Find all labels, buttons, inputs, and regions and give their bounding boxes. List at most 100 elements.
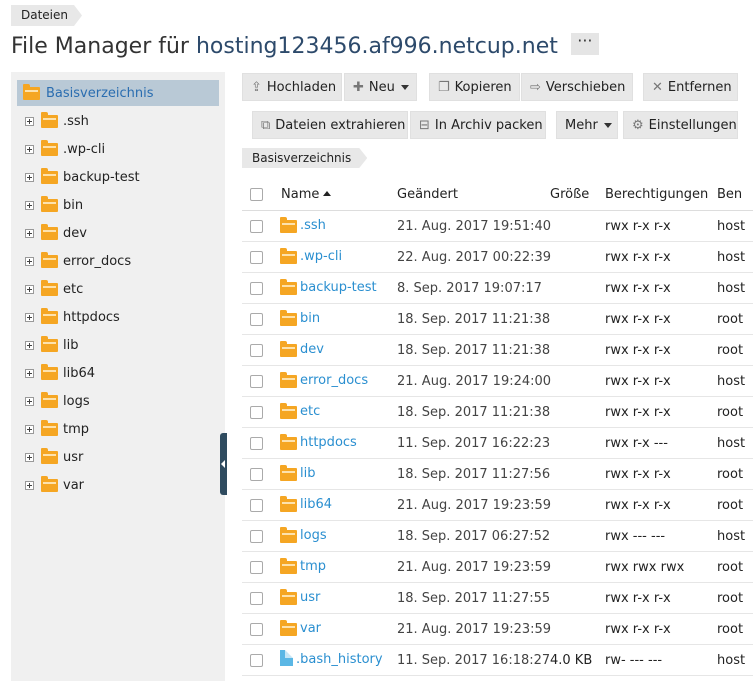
table-row[interactable]: etc 18. Sep. 2017 11:21:38 rwx r-x r-x root: [242, 397, 753, 428]
extract-files-button[interactable]: ⧉ Dateien extrahieren: [252, 111, 408, 139]
table-row[interactable]: dev 18. Sep. 2017 11:21:38 rwx r-x r-x root: [242, 335, 753, 366]
item-name-link[interactable]: lib: [300, 466, 315, 481]
table-row[interactable]: lib64 21. Aug. 2017 19:23:59 rwx r-x r-x ro…: [242, 490, 753, 521]
expand-icon[interactable]: [25, 424, 34, 434]
row-checkbox[interactable]: [250, 468, 263, 481]
table-row[interactable]: .ssh 21. Aug. 2017 19:51:40 rwx r-x r-x hos…: [242, 211, 753, 242]
row-checkbox[interactable]: [250, 592, 263, 605]
item-name-link[interactable]: error_docs: [300, 373, 368, 388]
column-name-header[interactable]: Name: [281, 187, 332, 202]
upload-button[interactable]: ⇪ Hochladen: [242, 73, 342, 101]
folder-icon: [41, 391, 58, 408]
tree-item[interactable]: logs: [25, 391, 90, 411]
row-checkbox[interactable]: [250, 220, 263, 233]
item-name-link[interactable]: .ssh: [300, 218, 326, 233]
item-name-link[interactable]: .bash_history: [296, 652, 383, 667]
table-row[interactable]: .bash_history 11. Sep. 2017 16:18:27 4.0 K…: [242, 645, 753, 676]
item-name-link[interactable]: usr: [300, 590, 320, 605]
row-checkbox[interactable]: [250, 654, 263, 667]
column-changed-header[interactable]: Geändert: [397, 187, 458, 202]
item-name-link[interactable]: lib64: [300, 497, 332, 512]
row-checkbox[interactable]: [250, 406, 263, 419]
expand-icon[interactable]: [25, 368, 34, 378]
tree-item[interactable]: httpdocs: [25, 307, 120, 327]
item-name-link[interactable]: etc: [300, 404, 320, 419]
tree-item[interactable]: lib: [25, 335, 78, 355]
table-row[interactable]: lib 18. Sep. 2017 11:27:56 rwx r-x r-x root: [242, 459, 753, 490]
tree-item[interactable]: backup-test: [25, 167, 140, 187]
title-more-button[interactable]: ···: [570, 33, 599, 55]
pack-archive-button[interactable]: ⊟ In Archiv packen: [410, 111, 546, 139]
column-size-header[interactable]: Größe: [550, 187, 589, 202]
tree-item[interactable]: .wp-cli: [25, 139, 105, 159]
expand-icon[interactable]: [25, 480, 34, 490]
expand-icon[interactable]: [25, 116, 34, 126]
user-cell: host: [717, 219, 746, 234]
path-breadcrumb[interactable]: Basisverzeichnis: [242, 148, 367, 168]
chevron-down-icon: [400, 84, 409, 90]
table-row[interactable]: httpdocs 11. Sep. 2017 16:22:23 rwx r-x --…: [242, 428, 753, 459]
expand-icon[interactable]: [25, 284, 34, 294]
tree-root-item[interactable]: Basisverzeichnis: [17, 80, 219, 106]
table-row[interactable]: tmp 21. Aug. 2017 19:23:59 rwx rwx rwx root: [242, 552, 753, 583]
tree-item[interactable]: var: [25, 475, 84, 495]
row-checkbox[interactable]: [250, 623, 263, 636]
column-user-header[interactable]: Ben: [717, 187, 742, 202]
expand-icon[interactable]: [25, 452, 34, 462]
tree-item[interactable]: dev: [25, 223, 87, 243]
user-cell: root: [717, 467, 744, 482]
item-name-link[interactable]: tmp: [300, 559, 326, 574]
copy-button[interactable]: ❐ Kopieren: [429, 73, 520, 101]
tree-item[interactable]: lib64: [25, 363, 95, 383]
tree-item[interactable]: error_docs: [25, 251, 131, 271]
file-icon: [280, 650, 293, 666]
new-dropdown-button[interactable]: ✚ Neu: [344, 73, 417, 101]
expand-icon[interactable]: [25, 200, 34, 210]
column-permissions-header[interactable]: Berechtigungen: [605, 187, 708, 202]
row-checkbox[interactable]: [250, 561, 263, 574]
item-name-link[interactable]: backup-test: [300, 280, 377, 295]
row-checkbox[interactable]: [250, 282, 263, 295]
table-row[interactable]: .wp-cli 22. Aug. 2017 00:22:39 rwx r-x r-x…: [242, 242, 753, 273]
sidebar-collapse-handle[interactable]: [220, 433, 227, 495]
row-checkbox[interactable]: [250, 530, 263, 543]
folder-icon: [280, 464, 297, 481]
row-checkbox[interactable]: [250, 499, 263, 512]
more-dropdown-button[interactable]: Mehr: [556, 111, 618, 139]
breadcrumb[interactable]: Dateien: [11, 5, 82, 26]
row-checkbox[interactable]: [250, 437, 263, 450]
folder-icon: [280, 402, 297, 419]
tree-item[interactable]: usr: [25, 447, 83, 467]
expand-icon[interactable]: [25, 144, 34, 154]
tree-item[interactable]: bin: [25, 195, 83, 215]
tree-item[interactable]: etc: [25, 279, 83, 299]
table-row[interactable]: var 21. Aug. 2017 19:23:59 rwx r-x r-x root: [242, 614, 753, 645]
row-checkbox[interactable]: [250, 251, 263, 264]
expand-icon[interactable]: [25, 396, 34, 406]
table-row[interactable]: usr 18. Sep. 2017 11:27:55 rwx r-x r-x root: [242, 583, 753, 614]
tree-item[interactable]: .ssh: [25, 111, 89, 131]
item-name-link[interactable]: .wp-cli: [300, 249, 342, 264]
item-name-link[interactable]: httpdocs: [300, 435, 357, 450]
item-name-link[interactable]: logs: [300, 528, 327, 543]
select-all-checkbox[interactable]: [250, 188, 263, 201]
expand-icon[interactable]: [25, 256, 34, 266]
settings-button[interactable]: ⚙ Einstellungen: [623, 111, 738, 139]
tree-item[interactable]: tmp: [25, 419, 89, 439]
move-button[interactable]: ⇨ Verschieben: [521, 73, 633, 101]
item-name-link[interactable]: dev: [300, 342, 324, 357]
row-checkbox[interactable]: [250, 344, 263, 357]
item-name-link[interactable]: var: [300, 621, 321, 636]
row-checkbox[interactable]: [250, 375, 263, 388]
table-row[interactable]: error_docs 21. Aug. 2017 19:24:00 rwx r-x …: [242, 366, 753, 397]
expand-icon[interactable]: [25, 340, 34, 350]
expand-icon[interactable]: [25, 228, 34, 238]
remove-button[interactable]: ✕ Entfernen: [643, 73, 738, 101]
table-row[interactable]: backup-test 8. Sep. 2017 19:07:17 rwx r-x …: [242, 273, 753, 304]
row-checkbox[interactable]: [250, 313, 263, 326]
expand-icon[interactable]: [25, 312, 34, 322]
item-name-link[interactable]: bin: [300, 311, 320, 326]
expand-icon[interactable]: [25, 172, 34, 182]
table-row[interactable]: logs 18. Sep. 2017 06:27:52 rwx --- --- hos…: [242, 521, 753, 552]
table-row[interactable]: bin 18. Sep. 2017 11:21:38 rwx r-x r-x root: [242, 304, 753, 335]
